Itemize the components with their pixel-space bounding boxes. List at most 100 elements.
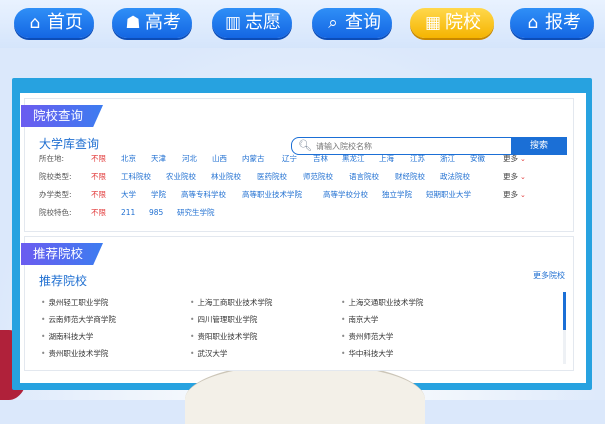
filter-option[interactable]: 大学 [121, 188, 136, 202]
school-link[interactable]: • 湖南科技大学 [41, 331, 93, 342]
school-name: 上海工商职业技术学院 [197, 298, 273, 307]
filter-option[interactable]: 短期职业大学 [426, 188, 471, 202]
school-name: 武汉大学 [197, 349, 228, 358]
more-label: 更多 [503, 154, 518, 163]
filter-option[interactable]: 工科院校 [121, 170, 151, 184]
filter-option[interactable]: 高等专科学校 [181, 188, 226, 202]
more-schools-link[interactable]: 更多院校 [533, 270, 565, 281]
school-search-input[interactable] [316, 139, 496, 153]
more-running-types-button[interactable]: 更多 ⌄ [503, 188, 526, 202]
filter-option[interactable]: 北京 [121, 152, 136, 166]
chevron-down-icon: ⌄ [520, 191, 526, 199]
top-nav-bar: ⌂ 首页 ☗ 高考 ▥ 志愿 ⌕ 查询 ▦ 院校 ⌂ 报考 [0, 0, 605, 48]
filter-option[interactable]: 语言院校 [349, 170, 379, 184]
school-link[interactable]: • 贵阳职业技术学院 [190, 331, 257, 342]
more-school-types-button[interactable]: 更多 ⌄ [503, 170, 526, 184]
bullet-icon: • [41, 298, 46, 307]
filter-label: 院校特色: [39, 208, 72, 217]
filter-option[interactable]: 211 [121, 206, 135, 220]
school-link[interactable]: • 上海交通职业技术学院 [341, 297, 423, 308]
chevron-down-icon: ⌄ [520, 155, 526, 163]
school-name: 泉州轻工职业学院 [48, 298, 109, 307]
filter-option[interactable]: 内蒙古 [242, 152, 265, 166]
school-link[interactable]: • 上海工商职业技术学院 [190, 297, 272, 308]
filter-label: 所在地: [39, 154, 65, 163]
school-name: 上海交通职业技术学院 [348, 298, 424, 307]
school-link[interactable]: • 泉州轻工职业学院 [41, 297, 108, 308]
school-name: 南京大学 [348, 315, 379, 324]
nav-home-button[interactable]: ⌂ 首页 [14, 8, 94, 38]
filter-option[interactable]: 高等职业技术学院 [242, 188, 302, 202]
school-link[interactable]: • 华中科技大学 [341, 348, 393, 359]
school-name: 湖南科技大学 [48, 332, 94, 341]
filter-option[interactable]: 江苏 [410, 152, 425, 166]
nav-gaokao-label: 高考 [145, 12, 181, 33]
filter-option[interactable]: 浙江 [440, 152, 455, 166]
school-name: 云南师范大学商学院 [48, 315, 116, 324]
filter-option[interactable]: 上海 [379, 152, 394, 166]
bullet-icon: • [190, 315, 195, 324]
bullet-icon: • [41, 332, 46, 341]
filter-option[interactable]: 学院 [151, 188, 166, 202]
school-name: 华中科技大学 [348, 349, 394, 358]
more-locations-button[interactable]: 更多 ⌄ [503, 152, 526, 166]
home-icon: ⌂ [29, 13, 41, 33]
bullet-icon: • [190, 298, 195, 307]
filter-option[interactable]: 独立学院 [382, 188, 412, 202]
nav-apply-button[interactable]: ⌂ 报考 [510, 8, 594, 38]
bullet-icon: • [341, 298, 346, 307]
filter-option[interactable]: 河北 [182, 152, 197, 166]
nav-apply-label: 报考 [545, 12, 581, 33]
filter-option[interactable]: 天津 [151, 152, 166, 166]
bullet-icon: • [190, 349, 195, 358]
school-link[interactable]: • 贵州职业技术学院 [41, 348, 108, 359]
filter-label: 办学类型: [39, 190, 72, 199]
nav-gaokao-button[interactable]: ☗ 高考 [112, 8, 192, 38]
filter-option[interactable]: 吉林 [313, 152, 328, 166]
graduation-cap-icon: ☗ [125, 13, 141, 33]
school-link[interactable]: • 四川管理职业学院 [190, 314, 257, 325]
nav-query-button[interactable]: ⌕ 查询 [312, 8, 392, 38]
school-name: 贵阳职业技术学院 [197, 332, 258, 341]
filter-option[interactable]: 985 [149, 206, 163, 220]
bullet-icon: • [341, 349, 346, 358]
school-query-subtitle: 大学库查询 [39, 137, 100, 151]
filter-option[interactable]: 辽宁 [282, 152, 297, 166]
filter-option[interactable]: 山西 [212, 152, 227, 166]
filter-option[interactable]: 高等学校分校 [323, 188, 368, 202]
filter-option[interactable]: 不限 [91, 152, 106, 166]
school-link[interactable]: • 贵州师范大学 [341, 331, 393, 342]
nav-zhiyuan-label: 志愿 [245, 12, 281, 33]
recommended-schools-panel: 推荐院校 推荐院校 更多院校 • 泉州轻工职业学院 • 上海工商职业技术学院 • 上海… [21, 236, 574, 371]
filter-option[interactable]: 农业院校 [166, 170, 196, 184]
scrollbar-thumb[interactable] [563, 292, 566, 330]
nav-schools-button[interactable]: ▦ 院校 [410, 8, 494, 38]
school-link[interactable]: • 南京大学 [341, 314, 378, 325]
school-name: 四川管理职业学院 [197, 315, 258, 324]
school-name: 贵州师范大学 [348, 332, 394, 341]
chevron-down-icon: ⌄ [520, 173, 526, 181]
recommended-subtitle: 推荐院校 [39, 274, 88, 288]
building-icon: ▦ [424, 13, 442, 33]
filter-option[interactable]: 师范院校 [303, 170, 333, 184]
filter-option[interactable]: 不限 [91, 188, 106, 202]
bullet-icon: • [41, 349, 46, 358]
school-link[interactable]: • 云南师范大学商学院 [41, 314, 116, 325]
nav-zhiyuan-button[interactable]: ▥ 志愿 [212, 8, 292, 38]
filter-option[interactable]: 医药院校 [257, 170, 287, 184]
more-label: 更多 [503, 190, 518, 199]
filter-option[interactable]: 不限 [91, 206, 106, 220]
school-list-scrollbar[interactable] [563, 292, 566, 364]
filter-option[interactable]: 林业院校 [211, 170, 241, 184]
filter-option[interactable]: 研究生学院 [177, 206, 215, 220]
school-name: 贵州职业技术学院 [48, 349, 109, 358]
filter-row-location: 所在地: 不限 北京 天津 河北 山西 内蒙古 辽宁 吉林 黑龙江 上海 江苏 … [39, 152, 559, 166]
school-link[interactable]: • 武汉大学 [190, 348, 227, 359]
filter-option[interactable]: 黑龙江 [342, 152, 365, 166]
filter-option[interactable]: 政法院校 [440, 170, 470, 184]
filter-option[interactable]: 不限 [91, 170, 106, 184]
nav-home-label: 首页 [47, 12, 83, 33]
bullet-icon: • [41, 315, 46, 324]
filter-option[interactable]: 安徽 [470, 152, 485, 166]
filter-option[interactable]: 财经院校 [395, 170, 425, 184]
